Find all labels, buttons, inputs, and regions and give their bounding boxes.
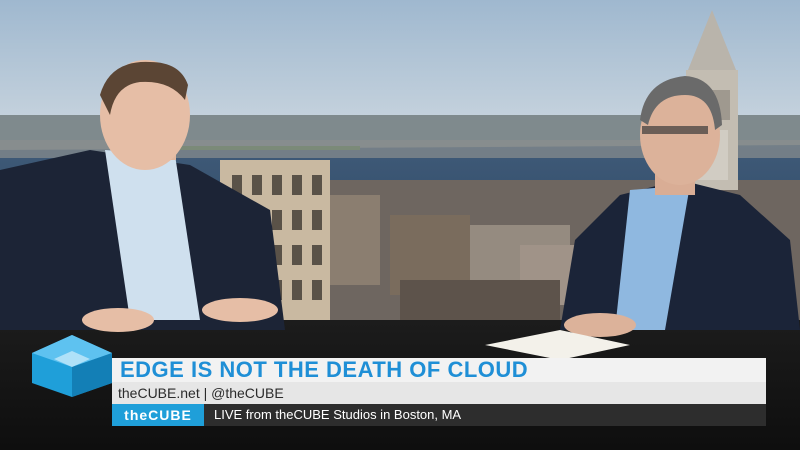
thecube-logo-icon	[32, 335, 112, 397]
live-text: LIVE from theCUBE Studios in Boston, MA	[214, 407, 462, 422]
subline-text: theCUBE.net | @theCUBE	[118, 385, 284, 401]
bridge	[180, 146, 360, 150]
brand-text: theCUBE	[124, 407, 192, 423]
headline-text: EDGE IS NOT THE DEATH OF CLOUD	[120, 357, 529, 382]
